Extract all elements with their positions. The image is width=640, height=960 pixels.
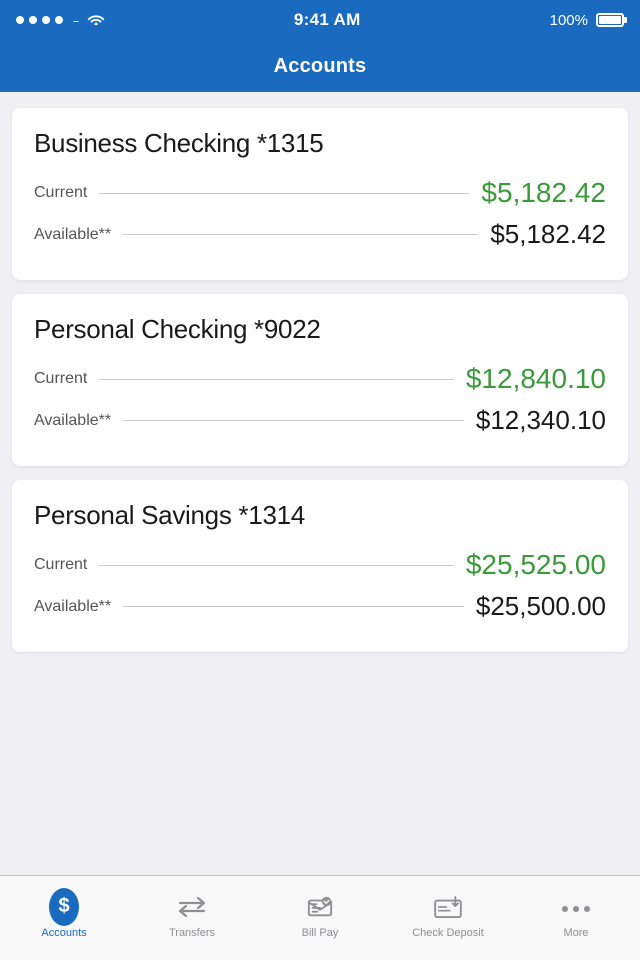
dollar-circle-icon: $ [49, 888, 79, 926]
current-balance-row: Current $25,525.00 [34, 549, 606, 581]
page-title: Accounts [274, 55, 367, 78]
battery-percent: 100% [550, 12, 588, 29]
balance-divider [123, 234, 478, 235]
tab-bar: $ Accounts Transfers Bill Pay [0, 875, 640, 960]
transfers-icon [177, 892, 207, 922]
balance-divider [123, 606, 464, 607]
tab-billpay[interactable]: Bill Pay [256, 876, 384, 960]
tab-checkdeposit[interactable]: Check Deposit [384, 876, 512, 960]
status-bar: ﹣ 9:41 AM 100% [0, 0, 640, 40]
current-amount: $12,840.10 [466, 363, 606, 395]
available-balance-row: Available** $12,340.10 [34, 405, 606, 436]
status-left: ﹣ [16, 10, 105, 30]
tab-billpay-label: Bill Pay [302, 927, 339, 939]
more-dots-icon [562, 906, 590, 912]
available-balance-row: Available** $25,500.00 [34, 591, 606, 622]
available-label: Available** [34, 412, 111, 430]
tab-accounts[interactable]: $ Accounts [0, 876, 128, 960]
tab-accounts-label: Accounts [41, 927, 86, 939]
tab-transfers[interactable]: Transfers [128, 876, 256, 960]
account-name: Business Checking *1315 [34, 128, 606, 159]
current-amount: $5,182.42 [481, 177, 606, 209]
status-time: 9:41 AM [294, 10, 361, 30]
billpay-icon [305, 892, 335, 922]
battery-icon [596, 13, 624, 27]
current-balance-row: Current $12,840.10 [34, 363, 606, 395]
available-label: Available** [34, 226, 111, 244]
balance-divider [99, 379, 454, 380]
account-name: Personal Checking *9022 [34, 314, 606, 345]
balance-divider [123, 420, 464, 421]
current-label: Current [34, 184, 87, 202]
account-name: Personal Savings *1314 [34, 500, 606, 531]
wifi-icon: ﹣ [69, 10, 105, 30]
current-label: Current [34, 370, 87, 388]
current-label: Current [34, 556, 87, 574]
available-amount: $5,182.42 [490, 219, 606, 250]
current-amount: $25,525.00 [466, 549, 606, 581]
signal-dots [16, 16, 63, 24]
nav-header: Accounts [0, 40, 640, 92]
available-label: Available** [34, 598, 111, 616]
balance-divider [99, 565, 454, 566]
available-balance-row: Available** $5,182.42 [34, 219, 606, 250]
accounts-list: Business Checking *1315 Current $5,182.4… [0, 92, 640, 875]
account-card-personal-checking[interactable]: Personal Checking *9022 Current $12,840.… [12, 294, 628, 466]
more-icon [561, 892, 591, 922]
status-right: 100% [550, 12, 624, 29]
account-card-personal-savings[interactable]: Personal Savings *1314 Current $25,525.0… [12, 480, 628, 652]
available-amount: $25,500.00 [476, 591, 606, 622]
checkdeposit-icon [433, 892, 463, 922]
accounts-icon: $ [49, 892, 79, 922]
balance-divider [99, 193, 469, 194]
current-balance-row: Current $5,182.42 [34, 177, 606, 209]
tab-checkdeposit-label: Check Deposit [412, 927, 484, 939]
tab-more[interactable]: More [512, 876, 640, 960]
account-card-business-checking[interactable]: Business Checking *1315 Current $5,182.4… [12, 108, 628, 280]
tab-transfers-label: Transfers [169, 927, 215, 939]
tab-more-label: More [563, 927, 588, 939]
available-amount: $12,340.10 [476, 405, 606, 436]
